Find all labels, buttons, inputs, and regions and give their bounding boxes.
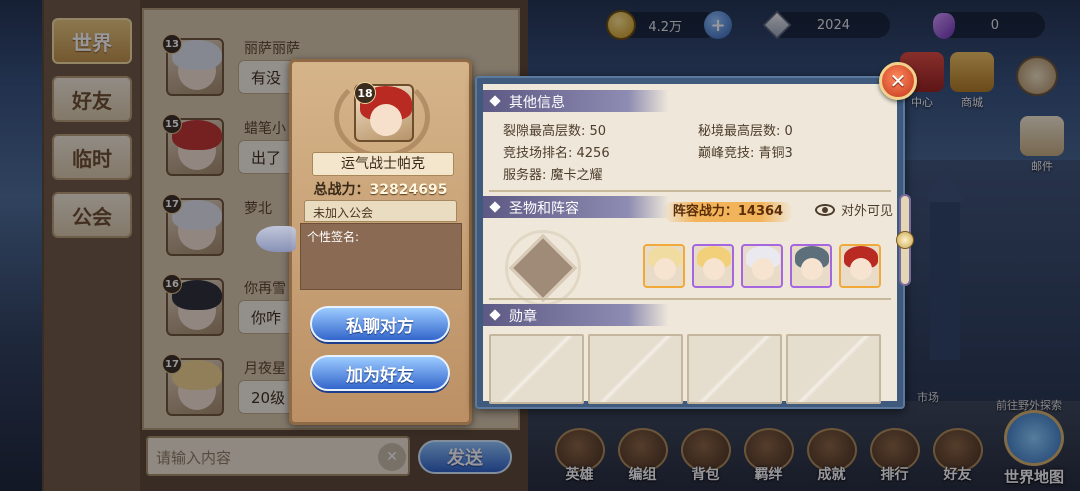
close-button[interactable]: ✕ xyxy=(879,62,917,100)
scroll-handle[interactable] xyxy=(896,231,914,249)
visibility-toggle[interactable]: 对外可见 xyxy=(815,200,893,219)
hero-slot[interactable] xyxy=(790,244,832,288)
team-power: 阵容战力：14364 xyxy=(663,202,793,222)
total-power-label: 总战力： xyxy=(313,182,370,198)
player-level-badge: 18 xyxy=(354,82,376,104)
arena-rank-stat: 竞技场排名: 4256 xyxy=(503,146,610,161)
hero-slot[interactable] xyxy=(692,244,734,288)
hero-slot[interactable] xyxy=(741,244,783,288)
section-divider xyxy=(489,298,891,300)
medal-slot[interactable] xyxy=(588,334,683,404)
hero-slot[interactable] xyxy=(643,244,685,288)
medal-slot[interactable] xyxy=(687,334,782,404)
hero-face xyxy=(654,258,676,280)
peak-arena-stat: 巅峰竞技: 青铜3 xyxy=(698,146,793,161)
total-power-value: 32824695 xyxy=(369,182,448,198)
medal-slot[interactable] xyxy=(786,334,881,404)
medal-title: 勋章 xyxy=(483,304,669,326)
guild-field: 未加入公会 xyxy=(304,200,457,222)
collapse-arrow-icon[interactable] xyxy=(256,226,296,252)
section-divider xyxy=(489,190,891,192)
server-stat: 服务器: 魔卡之耀 xyxy=(503,168,603,183)
hero-face xyxy=(850,258,872,280)
close-icon: ✕ xyxy=(889,69,907,93)
hero-face xyxy=(703,258,725,280)
add-friend-button[interactable]: 加为好友 xyxy=(310,355,450,391)
player-info-panel: 其他信息 裂隙最高层数: 50 秘境最高层数: 0 竞技场排名: 4256 巅峰… xyxy=(475,76,905,409)
other-info-title: 其他信息 xyxy=(483,90,669,112)
lineup-title: 圣物和阵容 xyxy=(483,196,669,218)
eye-icon xyxy=(815,203,835,216)
hero-face xyxy=(752,258,774,280)
signature-box: 个性签名: xyxy=(300,223,462,290)
private-chat-button[interactable]: 私聊对方 xyxy=(310,306,450,342)
avatar-face xyxy=(370,104,402,136)
hero-face xyxy=(801,258,823,280)
visibility-label: 对外可见 xyxy=(841,204,894,219)
total-power: 总战力：32824695 xyxy=(292,179,469,199)
medal-slot[interactable] xyxy=(489,334,584,404)
player-profile-card: 18 运气战士帕克 总战力：32824695 未加入公会 个性签名: 私聊对方 … xyxy=(256,59,472,425)
hero-slot[interactable] xyxy=(839,244,881,288)
rift-floor-stat: 裂隙最高层数: 50 xyxy=(503,124,607,139)
info-panel-body: 其他信息 裂隙最高层数: 50 秘境最高层数: 0 竞技场排名: 4256 巅峰… xyxy=(483,84,897,404)
player-name: 运气战士帕克 xyxy=(312,152,454,176)
secret-realm-stat: 秘境最高层数: 0 xyxy=(698,124,793,139)
